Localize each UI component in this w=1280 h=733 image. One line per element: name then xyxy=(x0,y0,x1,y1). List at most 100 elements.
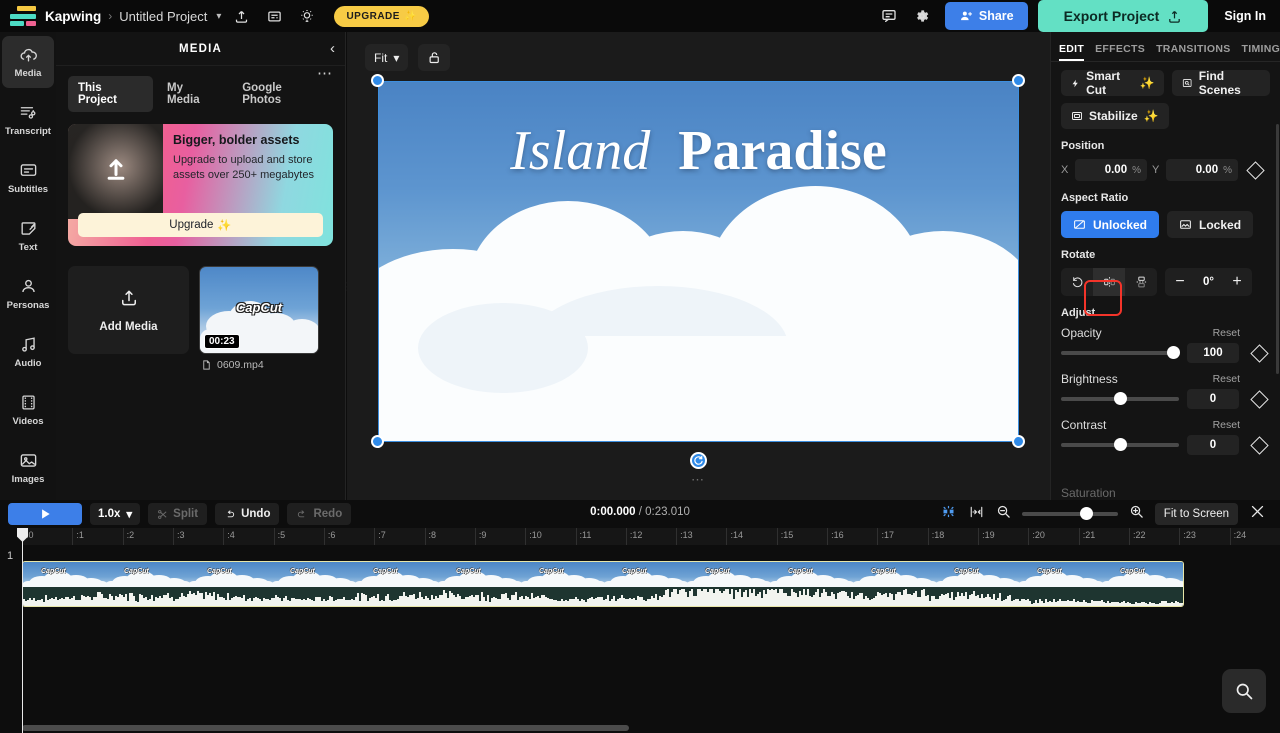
video-preview[interactable]: Island Paradise xyxy=(378,81,1019,442)
contrast-slider[interactable] xyxy=(1061,443,1179,447)
resize-handle-top-left[interactable] xyxy=(371,74,384,87)
timeline-ruler[interactable]: :0:1:2:3:4:5:6:7:8:9:10:11:12:13:14:15:1… xyxy=(22,528,1280,545)
snap-icon[interactable] xyxy=(940,504,957,524)
resize-handle-bottom-right[interactable] xyxy=(1012,435,1025,448)
zoom-out-icon[interactable] xyxy=(996,504,1011,524)
position-x-input[interactable]: 0.00 % xyxy=(1075,159,1147,181)
rotation-value[interactable]: 0° xyxy=(1195,276,1222,288)
sidebar-item-personas[interactable]: Personas xyxy=(2,268,54,320)
keyframe-diamond-icon[interactable] xyxy=(1246,161,1264,179)
stage-drag-dots[interactable]: ⋯ xyxy=(691,472,706,488)
add-media-button[interactable]: Add Media xyxy=(68,266,189,354)
fit-to-screen-button[interactable]: Fit to Screen xyxy=(1155,503,1238,525)
position-y-input[interactable]: 0.00 % xyxy=(1166,159,1238,181)
media-thumbnail[interactable]: CapCut 00:23 xyxy=(199,266,319,354)
promo-upgrade-button[interactable]: Upgrade ✨ xyxy=(78,213,323,237)
tab-this-project[interactable]: This Project xyxy=(68,76,153,112)
play-button[interactable] xyxy=(8,503,82,525)
rotation-decrease-button[interactable]: − xyxy=(1165,273,1195,291)
brand-name[interactable]: Kapwing xyxy=(45,9,101,24)
zoom-in-icon[interactable] xyxy=(1129,504,1144,524)
opacity-reset-button[interactable]: Reset xyxy=(1213,327,1240,339)
aspect-ratio-unlocked-button[interactable]: Unlocked xyxy=(1061,211,1159,238)
tab-effects[interactable]: EFFECTS xyxy=(1095,43,1145,61)
tab-transitions[interactable]: TRANSITIONS xyxy=(1156,43,1230,61)
keyframe-diamond-icon[interactable] xyxy=(1250,436,1268,454)
rotate-handle[interactable] xyxy=(690,452,707,469)
properties-scrollbar[interactable] xyxy=(1276,124,1279,374)
clip-watermark: CapCut xyxy=(290,568,315,575)
sidebar-item-label: Transcript xyxy=(5,126,51,137)
keyframe-diamond-icon[interactable] xyxy=(1250,344,1268,362)
tab-timing[interactable]: TIMING xyxy=(1242,43,1280,61)
upgrade-promo-card[interactable]: Bigger, bolder assets Upgrade to upload … xyxy=(68,124,333,246)
ai-action-row-2: Stabilize ✨ xyxy=(1061,103,1270,129)
fit-between-icon[interactable] xyxy=(968,505,985,524)
sidebar-item-videos[interactable]: Videos xyxy=(2,384,54,436)
ruler-tick: :15 xyxy=(777,528,794,545)
brightness-reset-button[interactable]: Reset xyxy=(1213,373,1240,385)
rotation-increase-button[interactable]: + xyxy=(1222,273,1252,291)
kapwing-logo-icon[interactable] xyxy=(10,6,36,26)
fit-dropdown[interactable]: Fit ▾ xyxy=(365,44,408,71)
aspect-ratio-locked-button[interactable]: Locked xyxy=(1167,211,1253,238)
keyframe-diamond-icon[interactable] xyxy=(1250,390,1268,408)
sidebar-item-transcript[interactable]: Transcript xyxy=(2,94,54,146)
adjust-brightness: Brightness Reset 0 xyxy=(1061,372,1270,409)
promo-image xyxy=(68,124,163,219)
project-name[interactable]: Untitled Project xyxy=(119,9,207,24)
lightbulb-icon[interactable] xyxy=(294,3,320,29)
smart-cut-button[interactable]: Smart Cut ✨ xyxy=(1061,70,1164,96)
timeline-horizontal-scrollbar[interactable] xyxy=(22,725,629,731)
zoom-slider[interactable] xyxy=(1022,512,1118,516)
sidebar-item-text[interactable]: Text xyxy=(2,210,54,262)
speed-label: 1.0x xyxy=(98,508,120,520)
unlock-icon[interactable] xyxy=(418,44,450,71)
unlocked-ratio-icon xyxy=(1073,218,1086,231)
x-axis-label: X xyxy=(1061,164,1070,176)
resize-handle-top-right[interactable] xyxy=(1012,74,1025,87)
properties-panel: EDIT EFFECTS TRANSITIONS TIMING Smart Cu… xyxy=(1050,32,1280,500)
find-scenes-button[interactable]: Find Scenes xyxy=(1172,70,1270,96)
timeline-clip[interactable]: CapCutCapCutCapCutCapCutCapCutCapCutCapC… xyxy=(22,561,1184,607)
comment-icon[interactable] xyxy=(876,3,902,29)
opacity-value[interactable]: 100 xyxy=(1187,343,1239,363)
tab-my-media[interactable]: My Media xyxy=(157,76,228,112)
gear-icon[interactable] xyxy=(909,3,935,29)
chevron-left-icon[interactable]: ‹ xyxy=(330,40,335,57)
media-asset-item[interactable]: CapCut 00:23 0609.mp4 xyxy=(199,266,319,371)
playback-speed-dropdown[interactable]: 1.0x ▾ xyxy=(90,503,140,525)
adjust-contrast: Contrast Reset 0 xyxy=(1061,418,1270,455)
media-panel-header: MEDIA ‹ xyxy=(56,32,345,66)
add-media-label: Add Media xyxy=(99,321,157,333)
sign-in-link[interactable]: Sign In xyxy=(1224,9,1266,23)
opacity-slider[interactable] xyxy=(1061,351,1179,355)
sidebar-item-images[interactable]: Images xyxy=(2,442,54,494)
flip-horizontal-icon[interactable] xyxy=(1093,268,1125,296)
contrast-reset-button[interactable]: Reset xyxy=(1213,419,1240,431)
contrast-value[interactable]: 0 xyxy=(1187,435,1239,455)
chevron-down-icon[interactable]: ▾ xyxy=(216,11,221,22)
redo-button[interactable]: Redo xyxy=(287,503,351,525)
tab-edit[interactable]: EDIT xyxy=(1059,43,1084,61)
subtitle-box-icon[interactable] xyxy=(261,3,287,29)
rotate-ccw-icon[interactable] xyxy=(1061,268,1093,296)
sidebar-item-media[interactable]: Media xyxy=(2,36,54,88)
flip-vertical-icon[interactable] xyxy=(1125,268,1157,296)
search-fab-button[interactable] xyxy=(1222,669,1266,713)
brightness-value[interactable]: 0 xyxy=(1187,389,1239,409)
zoom-slider-knob[interactable] xyxy=(1080,507,1093,520)
more-dots-icon[interactable]: ⋯ xyxy=(317,64,333,82)
share-button[interactable]: Share xyxy=(945,2,1028,30)
resize-handle-bottom-left[interactable] xyxy=(371,435,384,448)
split-button[interactable]: Split xyxy=(148,503,207,525)
brightness-slider[interactable] xyxy=(1061,397,1179,401)
sidebar-item-subtitles[interactable]: Subtitles xyxy=(2,152,54,204)
close-icon[interactable] xyxy=(1249,503,1266,525)
upload-icon[interactable] xyxy=(228,3,254,29)
undo-button[interactable]: Undo xyxy=(215,503,279,525)
stabilize-button[interactable]: Stabilize ✨ xyxy=(1061,103,1169,129)
upgrade-button[interactable]: UPGRADE ✨ xyxy=(334,6,428,27)
sidebar-item-audio[interactable]: Audio xyxy=(2,326,54,378)
export-project-button[interactable]: Export Project xyxy=(1038,0,1209,32)
